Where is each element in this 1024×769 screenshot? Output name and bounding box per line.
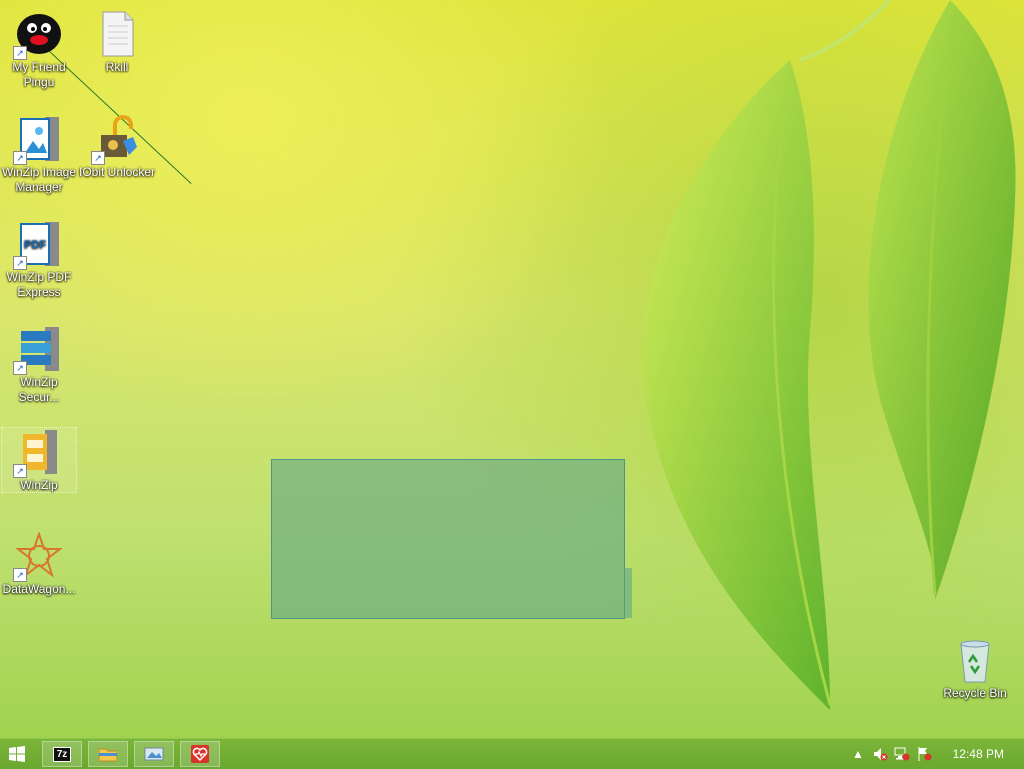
document-icon <box>93 10 141 58</box>
volume-muted-icon[interactable] <box>872 746 888 762</box>
shortcut-arrow-icon: ↗ <box>13 568 27 582</box>
taskbar-photo-viewer-button[interactable] <box>134 741 174 767</box>
icon-label: WinZip PDF Express <box>6 270 72 299</box>
7zip-icon: 7z <box>52 746 72 762</box>
desktop-icon-recycle-bin[interactable]: Recycle Bin <box>936 636 1014 701</box>
selection-rectangle <box>271 459 632 619</box>
datawagon-icon: ↗ <box>13 530 63 582</box>
photo-viewer-icon <box>144 747 164 761</box>
shortcut-arrow-icon: ↗ <box>13 46 27 60</box>
start-button[interactable] <box>6 744 28 764</box>
desktop[interactable]: ↗ My Friend Pingu Rkill ↗ WinZip Image M… <box>0 0 1024 738</box>
action-center-flag-icon[interactable] <box>916 746 932 762</box>
icon-label: WinZip Image Manager <box>1 165 77 194</box>
icon-label: WinZip <box>20 478 58 492</box>
desktop-icon-rkill[interactable]: Rkill <box>78 10 156 75</box>
icon-label: IObit Unlocker <box>78 165 156 179</box>
winzip-secure-icon: ↗ <box>13 325 63 375</box>
taskbar-7zip-button[interactable]: 7z <box>42 741 82 767</box>
heart-monitor-icon <box>191 745 209 763</box>
shortcut-arrow-icon: ↗ <box>13 151 27 165</box>
shortcut-arrow-icon: ↗ <box>91 151 105 165</box>
shortcut-arrow-icon: ↗ <box>13 256 27 270</box>
desktop-icon-my-friend-pingu[interactable]: ↗ My Friend Pingu <box>0 10 78 90</box>
taskbar-health-app-button[interactable] <box>180 741 220 767</box>
desktop-icon-winzip-secure[interactable]: ↗ WinZip Secur... <box>0 325 78 405</box>
desktop-icon-winzip-image-manager[interactable]: ↗ WinZip Image Manager <box>0 115 78 195</box>
winzip-pdf-icon: PDF ↗ <box>13 220 63 270</box>
icon-label: DataWagon... <box>2 582 76 596</box>
iobit-unlocker-icon: ↗ <box>91 115 141 165</box>
desktop-icon-winzip[interactable]: ↗ WinZip <box>1 427 77 493</box>
desktop-icon-datawagon[interactable]: ↗ DataWagon... <box>0 530 78 597</box>
pingu-icon: ↗ <box>13 10 63 60</box>
icon-label: My Friend Pingu <box>12 60 66 89</box>
shortcut-arrow-icon: ↗ <box>13 361 27 375</box>
desktop-icon-iobit-unlocker[interactable]: ↗ IObit Unlocker <box>78 115 156 180</box>
network-disconnected-icon[interactable] <box>894 746 910 762</box>
system-tray: ▲ 12:48 PM <box>824 739 1024 769</box>
windows-logo-icon <box>9 746 25 762</box>
wallpaper-leaves <box>642 0 1016 710</box>
taskbar: 7z ▲ 12:48 PM <box>0 738 1024 769</box>
taskbar-file-explorer-button[interactable] <box>88 741 128 767</box>
taskbar-clock[interactable]: 12:48 PM <box>953 747 1004 761</box>
desktop-icon-winzip-pdf-express[interactable]: PDF ↗ WinZip PDF Express <box>0 220 78 300</box>
icon-label: Rkill <box>105 60 129 74</box>
recycle-bin-icon <box>951 636 999 684</box>
folder-icon <box>98 748 118 762</box>
winzip-image-manager-icon: ↗ <box>13 115 63 165</box>
shortcut-arrow-icon: ↗ <box>13 464 27 478</box>
icon-label: WinZip Secur... <box>18 375 60 404</box>
icon-label: Recycle Bin <box>943 686 1007 700</box>
pdf-badge: PDF <box>24 239 46 251</box>
show-hidden-icons-chevron-icon[interactable]: ▲ <box>850 746 866 762</box>
winzip-icon: ↗ <box>13 428 63 478</box>
